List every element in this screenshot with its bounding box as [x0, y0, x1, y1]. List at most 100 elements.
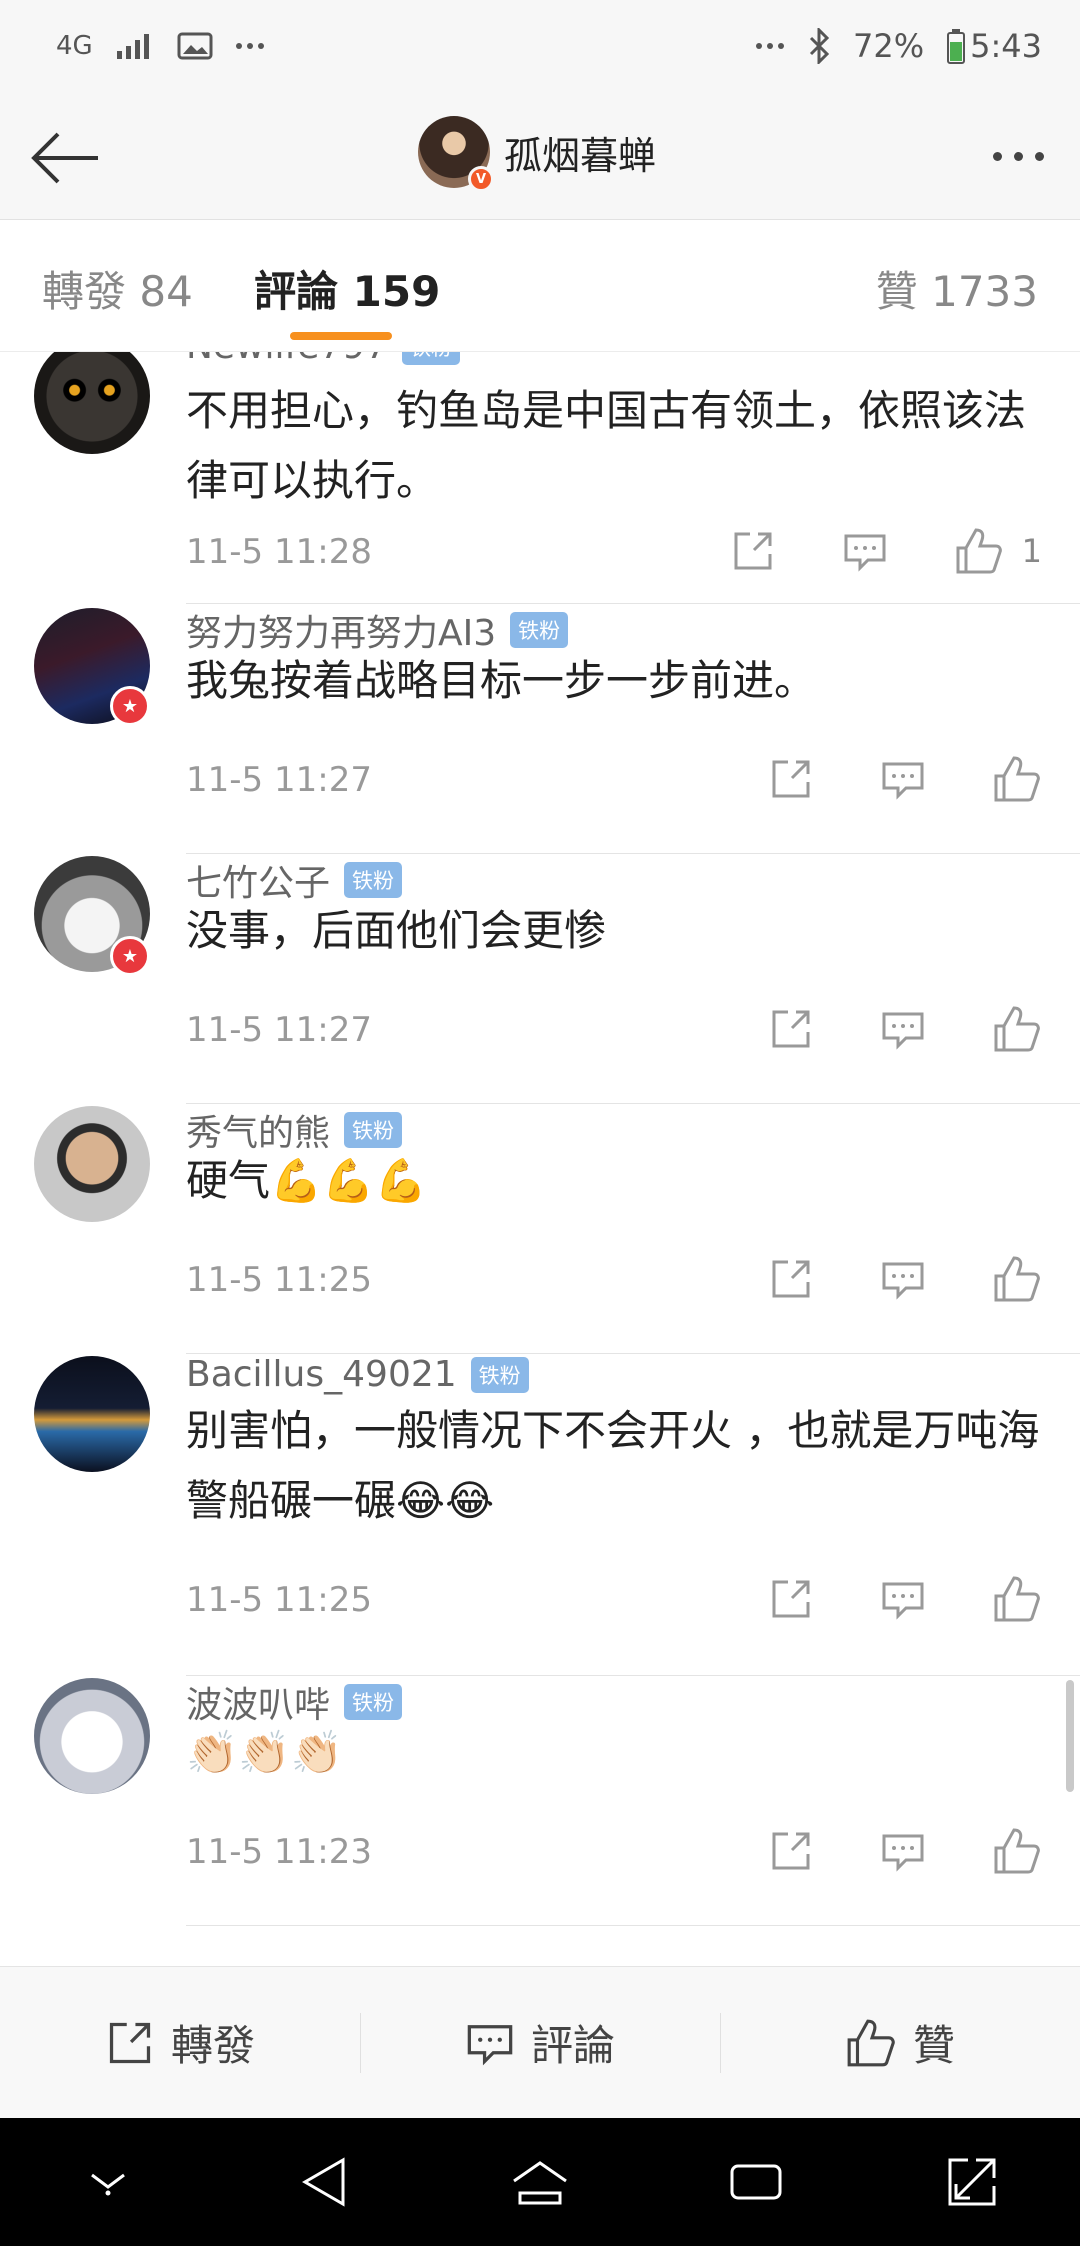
timestamp: 11-5 11:28: [186, 532, 372, 572]
share-icon: [772, 1832, 810, 1870]
share-button[interactable]: [768, 756, 814, 802]
thumbs-up-icon: [847, 2019, 895, 2066]
fan-badge: 铁粉: [470, 1356, 529, 1393]
share-button[interactable]: [768, 1576, 814, 1622]
like-label: 贊: [912, 2021, 955, 2070]
timestamp: 11-5 11:25: [186, 1580, 372, 1620]
comment-icon: [844, 534, 886, 572]
like-button[interactable]: [992, 1574, 1042, 1624]
verified-badge: V: [468, 166, 494, 192]
battery-percent: 72%: [853, 27, 925, 65]
bluetooth-icon: [809, 28, 830, 64]
like-button[interactable]: 1: [954, 526, 1042, 576]
share-button[interactable]: [768, 1828, 814, 1874]
reply-button[interactable]: [880, 1576, 926, 1622]
home-icon[interactable]: [495, 2137, 585, 2227]
comment-actions: [768, 754, 1042, 804]
page-title: 孤烟暮蝉: [504, 133, 657, 178]
bottom-action-bar: 轉發 評論 贊: [0, 1966, 1080, 2118]
reply-button[interactable]: [880, 756, 926, 802]
clock: 5:43: [970, 27, 1042, 65]
avatar[interactable]: [34, 1106, 150, 1222]
comment-actions: [768, 1254, 1042, 1304]
list-item: ★ 七竹公子 铁粉 没事，后面他们会更惨 11-5 11:27: [0, 854, 1080, 1104]
expand-icon[interactable]: [927, 2137, 1017, 2227]
profile-header[interactable]: V 孤烟暮蝉: [418, 116, 657, 192]
network-4g-icon: 4G: [56, 31, 93, 61]
timestamp: 11-5 11:27: [186, 760, 372, 800]
like-count: 1: [1021, 532, 1042, 570]
back-arrow-icon: [31, 132, 98, 184]
share-icon: [734, 532, 772, 570]
list-item: 秀气的熊 铁粉 硬气💪💪💪 11-5 11:25: [0, 1104, 1080, 1354]
thumbs-up-icon: [994, 1576, 1040, 1622]
comment-icon: [882, 1582, 924, 1620]
thumbs-up-icon: [994, 1256, 1040, 1302]
like-button[interactable]: [992, 1254, 1042, 1304]
reply-button[interactable]: [880, 1828, 926, 1874]
recents-icon[interactable]: [711, 2137, 801, 2227]
comment-text: 👏🏻👏🏻👏🏻: [186, 1728, 343, 1777]
status-right: 72% 5:43: [755, 27, 1042, 65]
status-bar: 4G 72% 5:43: [0, 0, 1080, 92]
scrollbar[interactable]: [1066, 1680, 1074, 1792]
share-button[interactable]: [768, 1006, 814, 1052]
back-triangle-icon[interactable]: [279, 2137, 369, 2227]
avatar[interactable]: [34, 1678, 150, 1794]
status-left: 4G: [56, 31, 265, 61]
comment-actions: [768, 1826, 1042, 1876]
timestamp: 11-5 11:27: [186, 1010, 372, 1050]
reply-button[interactable]: [842, 528, 888, 574]
comment-list[interactable]: Newlife797 铁粉 不用担心，钓鱼岛是中国古有领土，依照该法律可以执行。…: [0, 352, 1080, 1966]
signal-icon: [116, 34, 149, 59]
like-button[interactable]: [992, 1004, 1042, 1054]
more-icon[interactable]: [978, 128, 1058, 184]
reply-button[interactable]: [880, 1256, 926, 1302]
tab-like[interactable]: 贊 1733: [876, 258, 1038, 319]
reply-button[interactable]: [880, 1006, 926, 1052]
thumbs-up-icon: [994, 1828, 1040, 1874]
comment-actions: [768, 1574, 1042, 1624]
image-icon: [177, 32, 213, 60]
share-icon: [772, 1010, 810, 1048]
like-button[interactable]: [992, 754, 1042, 804]
like-button[interactable]: 贊: [720, 1967, 1080, 2118]
thumbs-up-icon: [994, 756, 1040, 802]
fan-badge: 铁粉: [510, 612, 569, 648]
name-row: Newlife797 铁粉: [186, 352, 461, 367]
fan-badge: 铁粉: [344, 1112, 403, 1148]
title-bar: V 孤烟暮蝉: [0, 92, 1080, 220]
list-item: 波波叭哔 铁粉 👏🏻👏🏻👏🏻 11-5 11:23: [0, 1676, 1080, 1926]
comment-button[interactable]: 評論: [360, 1967, 720, 2118]
share-button[interactable]: [768, 1256, 814, 1302]
thumbs-up-icon: [994, 1006, 1040, 1052]
avatar[interactable]: V: [418, 116, 494, 192]
repost-button[interactable]: 轉發: [0, 1967, 360, 2118]
comment-label: 評論: [530, 2021, 615, 2070]
username[interactable]: Newlife797: [186, 352, 388, 367]
list-item: Bacillus_49021 铁粉 别害怕，一般情况下不会开火 ，也就是万吨海警…: [0, 1354, 1080, 1676]
comment-icon: [467, 2024, 513, 2065]
tab-comment[interactable]: 評論 159: [254, 258, 440, 319]
like-button[interactable]: [992, 1826, 1042, 1876]
timestamp: 11-5 11:25: [186, 1260, 372, 1300]
share-icon: [772, 1260, 810, 1298]
avatar[interactable]: [34, 352, 150, 454]
thumbs-up-icon: [956, 528, 1002, 574]
tab-bar: 轉發 84 評論 159 贊 1733: [0, 220, 1080, 352]
avatar[interactable]: [34, 1356, 150, 1472]
fan-badge: 铁粉: [344, 1684, 403, 1720]
share-button[interactable]: [730, 528, 776, 574]
share-icon: [772, 1580, 810, 1618]
back-button[interactable]: [26, 118, 106, 198]
username[interactable]: Bacillus_49021: [186, 1354, 457, 1395]
tab-repost[interactable]: 轉發 84: [42, 258, 193, 319]
share-icon: [109, 2022, 151, 2063]
repost-label: 轉發: [170, 2021, 255, 2070]
comment-text: 我兔按着战略目标一步一步前进。: [186, 656, 817, 705]
down-chevron-icon[interactable]: [63, 2137, 153, 2227]
comment-icon: [882, 1834, 924, 1872]
comment-icon: [882, 1262, 924, 1300]
timestamp: 11-5 11:23: [186, 1832, 372, 1872]
comment-actions: [768, 1004, 1042, 1054]
